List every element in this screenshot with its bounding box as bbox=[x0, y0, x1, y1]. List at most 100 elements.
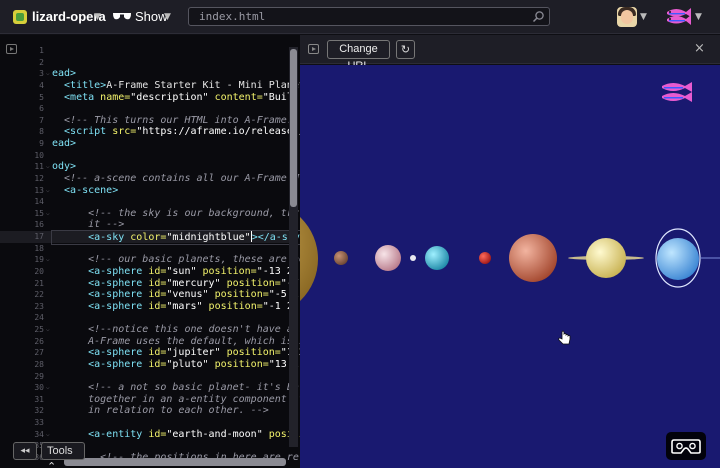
vr-mode-button[interactable] bbox=[666, 432, 706, 460]
menu-chevron-down-icon[interactable]: ▼ bbox=[695, 12, 702, 22]
aframe-scene-canvas[interactable] bbox=[300, 65, 720, 468]
code-text: <a-sphere id="venus" position="-5 2 - bbox=[52, 289, 300, 301]
line-number: 21 bbox=[34, 278, 44, 288]
code-line[interactable]: 3 ⌵ ead> bbox=[0, 68, 290, 80]
code-token: "jupiter" bbox=[166, 347, 227, 359]
code-line[interactable]: 16 it --> bbox=[0, 219, 290, 231]
fold-chevron-icon[interactable]: ⌵ bbox=[46, 254, 50, 266]
code-token: content= bbox=[214, 91, 263, 103]
avatar-chevron-down-icon[interactable]: ▼ bbox=[640, 12, 647, 22]
code-line[interactable]: 23 <a-sphere id="mars" position="-1 2 - bbox=[0, 300, 300, 313]
code-token: id= bbox=[148, 265, 167, 277]
code-line[interactable]: 14 bbox=[0, 196, 290, 208]
code-line[interactable]: 26 A-Frame uses the default, which is 1 bbox=[0, 336, 300, 348]
search-icon[interactable] bbox=[532, 10, 545, 23]
project-logo-icon[interactable] bbox=[13, 10, 27, 24]
code-line[interactable]: 30 ⌵ <!-- a not so basic planet- it's Ear… bbox=[0, 382, 300, 394]
glasses-icon[interactable] bbox=[112, 11, 132, 21]
avatar[interactable] bbox=[617, 7, 637, 27]
code-line[interactable]: 17 <a-sky color="midnightblue"></a-sky> bbox=[0, 230, 300, 245]
code-line[interactable]: 2 bbox=[0, 57, 290, 69]
change-url-button[interactable]: Change URL bbox=[327, 40, 390, 72]
code-line[interactable]: 5 <meta name="description" content="Buil… bbox=[0, 91, 299, 104]
line-number: 7 bbox=[39, 115, 44, 125]
sun-planet bbox=[300, 217, 318, 301]
code-line[interactable]: 31 together in an a-entity component to bbox=[0, 394, 300, 406]
code-line[interactable]: 32 in relation to each other. --> bbox=[0, 405, 290, 417]
collapse-panel-button[interactable]: ◂◂ bbox=[13, 442, 37, 460]
close-preview-icon[interactable]: × bbox=[694, 41, 705, 56]
fold-chevron-icon[interactable]: ⌵ bbox=[46, 382, 50, 394]
code-line[interactable]: 27 <a-sphere id="jupiter" position="1 2 bbox=[0, 347, 300, 359]
code-line[interactable]: 7 <!-- This turns our HTML into A-Frame!… bbox=[0, 115, 300, 127]
code-line[interactable]: 12 <!-- a-scene contains all our A-Frame… bbox=[0, 173, 300, 185]
earth-planet bbox=[425, 246, 449, 270]
code-line[interactable]: 20 <a-sphere id="sun" position="-13 2 - bbox=[0, 265, 300, 278]
fold-chevron-icon[interactable]: ⌵ bbox=[46, 161, 50, 173]
code-lines[interactable]: 1 2 3 ⌵ ead> 4 <title>A-Frame Starter Kit - M… bbox=[0, 45, 300, 464]
line-number: 31 bbox=[34, 394, 44, 404]
code-line[interactable]: 4 <title>A-Frame Starter Kit - Mini Plan… bbox=[0, 80, 300, 92]
vertical-scrollbar-thumb[interactable] bbox=[290, 49, 297, 207]
code-token: <script bbox=[52, 126, 113, 138]
code-token: A-Frame uses the default, which is 1 bbox=[52, 335, 300, 347]
line-number: 22 bbox=[34, 290, 44, 300]
line-number: 23 bbox=[34, 301, 44, 311]
show-chevron-down-icon[interactable]: ▼ bbox=[164, 12, 171, 22]
code-line[interactable]: 8 <script src="https://aframe.io/release… bbox=[0, 126, 300, 138]
code-line[interactable]: 25 ⌵ <!--notice this one doesn't have a r… bbox=[0, 324, 300, 336]
glitch-fish-watermark-icon bbox=[662, 82, 692, 102]
fold-chevron-icon[interactable]: ⌵ bbox=[46, 429, 50, 441]
code-line[interactable]: 29 bbox=[0, 371, 290, 383]
glitch-fish-logo-icon[interactable] bbox=[664, 7, 692, 27]
fold-chevron-icon[interactable]: ⌵ bbox=[46, 208, 50, 220]
code-token: <meta bbox=[52, 91, 101, 103]
code-line[interactable]: 9 ead> bbox=[0, 138, 290, 150]
code-token: <a-sphere bbox=[52, 300, 149, 312]
code-line[interactable]: 28 <a-sphere id="pluto" position="13 2 bbox=[0, 359, 299, 371]
code-text: <!--notice this one doesn't have a ra bbox=[52, 324, 300, 336]
code-line[interactable]: 34⌵ <a-entity id="earth-and-moon" positi… bbox=[0, 428, 300, 441]
code-token: position= bbox=[214, 289, 269, 301]
project-chevron-down-icon[interactable]: ▼ bbox=[94, 12, 101, 22]
mars-planet bbox=[479, 252, 491, 264]
code-text: together in an a-entity component to bbox=[52, 394, 300, 406]
code-line[interactable]: 15 ⌵ <!-- the sky is our background, try … bbox=[0, 208, 298, 220]
fold-chevron-icon[interactable]: ⌵ bbox=[46, 324, 50, 336]
code-line[interactable]: 1 bbox=[0, 45, 290, 57]
code-line[interactable]: 22 <a-sphere id="venus" position="-5 2 - bbox=[0, 289, 299, 301]
refresh-icon[interactable]: ↻ bbox=[396, 40, 415, 59]
tools-button[interactable]: Tools ⌃ bbox=[41, 442, 85, 468]
code-token: <a-entity bbox=[52, 428, 149, 440]
code-token: it --> bbox=[52, 219, 125, 231]
line-number: 2 bbox=[39, 57, 44, 67]
code-line[interactable]: 24 bbox=[0, 312, 290, 324]
code-text: ead> bbox=[52, 68, 76, 80]
fold-chevron-icon[interactable]: ⌵ bbox=[46, 68, 50, 80]
url-input[interactable]: index.html bbox=[188, 7, 550, 26]
code-line[interactable]: 19 ⌵ <!-- our basic planets, these are no… bbox=[0, 254, 300, 266]
code-line[interactable]: 13 ⌵ <a-scene> bbox=[0, 185, 290, 197]
line-number: 11 bbox=[34, 162, 44, 172]
line-number: 5 bbox=[39, 92, 44, 102]
code-line[interactable]: 6 bbox=[0, 103, 290, 115]
code-text: in relation to each other. --> bbox=[52, 405, 269, 417]
line-number: 6 bbox=[39, 104, 44, 114]
code-line[interactable]: 21 <a-sphere id="mercury" position="-7 2 bbox=[0, 278, 299, 290]
code-line[interactable]: 10 bbox=[0, 150, 290, 162]
code-token: "sun" bbox=[166, 265, 203, 277]
code-text: <a-scene> bbox=[52, 185, 118, 197]
code-line[interactable]: 11 ⌵ ody> bbox=[0, 161, 290, 173]
show-button[interactable]: Show bbox=[135, 9, 168, 24]
line-number: 16 bbox=[34, 220, 44, 230]
horizontal-scrollbar-thumb[interactable] bbox=[64, 458, 286, 466]
code-text: <!-- our basic planets, these are not bbox=[52, 254, 300, 266]
code-line[interactable]: 33 bbox=[0, 417, 290, 429]
fold-chevron-icon[interactable]: ⌵ bbox=[46, 185, 50, 197]
preview-toggle-icon[interactable] bbox=[308, 44, 319, 54]
code-token: <a-sphere bbox=[52, 289, 149, 301]
code-editor[interactable]: 1 2 3 ⌵ ead> 4 <title>A-Frame Starter Kit - M… bbox=[0, 35, 300, 468]
line-number: 33 bbox=[34, 418, 44, 427]
code-token: A-Frame Starter Kit - Mini Planeta bbox=[106, 79, 300, 91]
code-line[interactable]: 18 bbox=[0, 243, 290, 255]
